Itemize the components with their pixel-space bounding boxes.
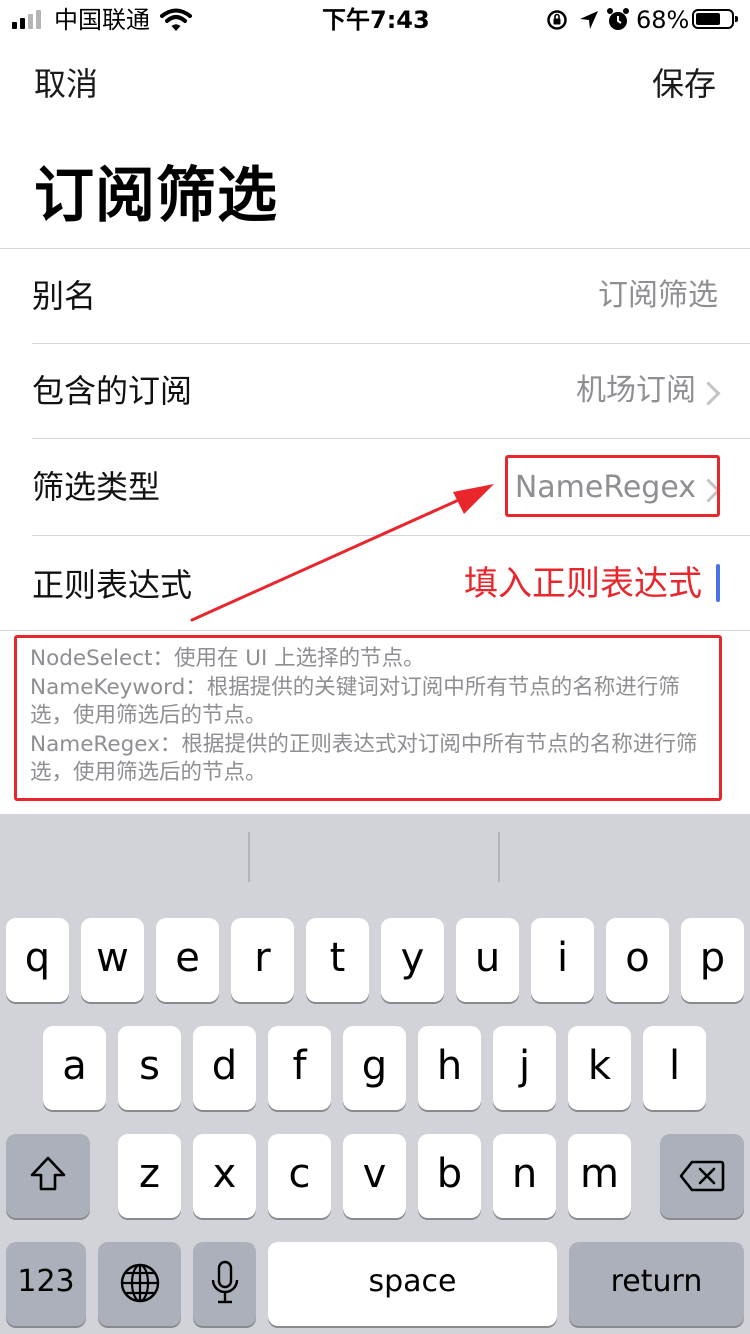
- shift-key[interactable]: [6, 1134, 90, 1218]
- space-key[interactable]: space: [268, 1242, 557, 1326]
- key-q[interactable]: q: [6, 918, 69, 1002]
- key-d[interactable]: d: [193, 1026, 256, 1110]
- key-s[interactable]: s: [118, 1026, 181, 1110]
- key-k[interactable]: k: [568, 1026, 631, 1110]
- microphone-icon: [211, 1260, 238, 1304]
- key-p[interactable]: p: [681, 918, 744, 1002]
- backspace-key[interactable]: [660, 1134, 744, 1218]
- key-i[interactable]: i: [531, 918, 594, 1002]
- key-n[interactable]: n: [493, 1134, 556, 1218]
- key-m[interactable]: m: [568, 1134, 631, 1218]
- help-line-namekeyword: NameKeyword：根据提供的关键词对订阅中所有节点的名称进行筛选，使用筛选…: [30, 674, 680, 729]
- key-h[interactable]: h: [418, 1026, 481, 1110]
- prediction-divider: [248, 832, 250, 882]
- key-y[interactable]: y: [381, 918, 444, 1002]
- key-j[interactable]: j: [493, 1026, 556, 1110]
- key-t[interactable]: t: [306, 918, 369, 1002]
- key-x[interactable]: x: [193, 1134, 256, 1218]
- key-g[interactable]: g: [343, 1026, 406, 1110]
- help-text: NodeSelect：使用在 UI 上选择的节点。 NameKeyword：根据…: [30, 645, 716, 788]
- key-r[interactable]: r: [231, 918, 294, 1002]
- key-u[interactable]: u: [456, 918, 519, 1002]
- key-b[interactable]: b: [418, 1134, 481, 1218]
- numbers-key[interactable]: 123: [6, 1242, 86, 1326]
- help-line-nameregex: NameRegex：根据提供的正则表达式对订阅中所有节点的名称进行筛选，使用筛选…: [30, 731, 698, 786]
- return-key[interactable]: return: [569, 1242, 744, 1326]
- globe-icon: [120, 1263, 159, 1303]
- key-o[interactable]: o: [606, 918, 669, 1002]
- backspace-icon: [679, 1160, 725, 1192]
- help-line-nodeselect: NodeSelect：使用在 UI 上选择的节点。: [30, 646, 425, 671]
- globe-key[interactable]: [98, 1242, 181, 1326]
- key-w[interactable]: w: [81, 918, 144, 1002]
- dictation-key[interactable]: [193, 1242, 256, 1326]
- key-c[interactable]: c: [268, 1134, 331, 1218]
- key-a[interactable]: a: [43, 1026, 106, 1110]
- key-l[interactable]: l: [643, 1026, 706, 1110]
- keyboard: q w e r t y u i o p a s d f g h j k l z …: [0, 814, 750, 1334]
- shift-icon: [30, 1156, 66, 1191]
- prediction-divider: [498, 832, 500, 882]
- key-e[interactable]: e: [156, 918, 219, 1002]
- key-v[interactable]: v: [343, 1134, 406, 1218]
- key-z[interactable]: z: [118, 1134, 181, 1218]
- key-f[interactable]: f: [268, 1026, 331, 1110]
